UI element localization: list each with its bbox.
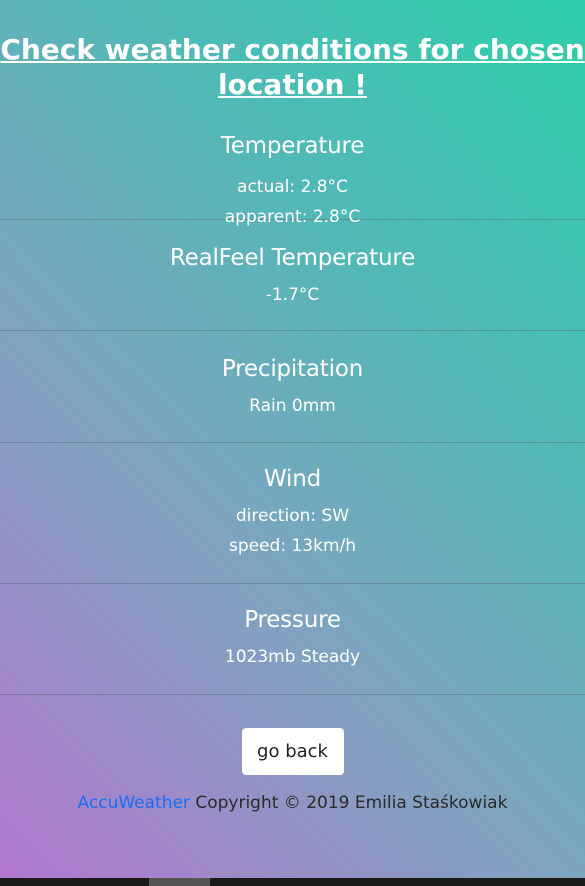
- actions: go back: [0, 695, 585, 775]
- accuweather-link[interactable]: AccuWeather: [78, 793, 190, 813]
- realfeel-section: RealFeel Temperature -1.7°C: [0, 220, 585, 331]
- temperature-actual: actual: 2.8°C: [237, 177, 348, 197]
- realfeel-heading: RealFeel Temperature: [169, 245, 416, 271]
- copyright-text: Copyright © 2019 Emilia Staśkowiak: [189, 793, 508, 813]
- footer: AccuWeather Copyright © 2019 Emilia Staś…: [0, 793, 585, 813]
- pressure-section: Pressure 1023mb Steady: [0, 584, 585, 695]
- temperature-heading: Temperature: [220, 133, 365, 159]
- pressure-value: 1023mb Steady: [224, 647, 361, 667]
- horizontal-scrollbar[interactable]: [0, 878, 585, 886]
- pressure-heading: Pressure: [244, 607, 341, 633]
- scrollbar-thumb[interactable]: [149, 878, 210, 886]
- wind-section: Wind direction: SW speed: 13km/h: [0, 443, 585, 584]
- precipitation-section: Precipitation Rain 0mm: [0, 331, 585, 443]
- realfeel-value: -1.7°C: [265, 285, 320, 305]
- go-back-button[interactable]: go back: [241, 728, 344, 775]
- precipitation-value: Rain 0mm: [249, 396, 336, 416]
- wind-speed: speed: 13km/h: [228, 536, 357, 556]
- page-title-line-1: Check weather conditions for chosen: [0, 33, 585, 66]
- wind-heading: Wind: [263, 466, 321, 492]
- wind-direction: direction: SW: [235, 506, 350, 526]
- temperature-section: Temperature actual: 2.8°C apparent: 2.8°…: [0, 102, 585, 227]
- page-title-line-2: location !: [218, 68, 367, 101]
- precipitation-heading: Precipitation: [221, 356, 364, 382]
- page-title: Check weather conditions for chosen loca…: [0, 0, 585, 102]
